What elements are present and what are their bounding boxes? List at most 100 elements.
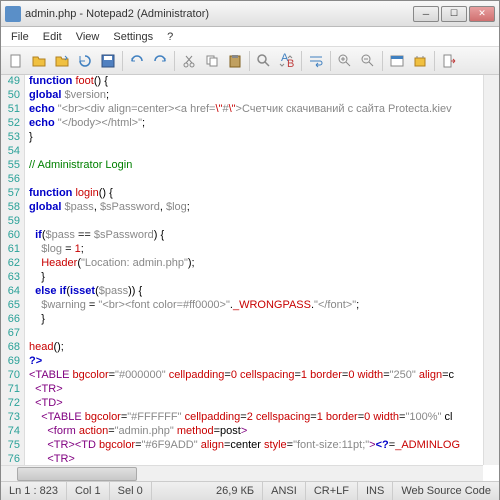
scheme-icon[interactable] (386, 50, 408, 72)
code-line[interactable]: 65 $warning = "<br><font color=#ff0000>"… (1, 299, 499, 313)
redo-icon[interactable] (149, 50, 171, 72)
maximize-button[interactable]: ☐ (441, 6, 467, 22)
menu-edit[interactable]: Edit (37, 29, 68, 45)
line-number: 57 (1, 187, 25, 201)
line-number: 59 (1, 215, 25, 229)
code-line[interactable]: 60 if($pass == $sPassword) { (1, 229, 499, 243)
code-line[interactable]: 54 (1, 145, 499, 159)
line-content[interactable]: function foot() { (25, 75, 499, 89)
code-line[interactable]: 67 (1, 327, 499, 341)
line-content[interactable]: <TD> (25, 397, 499, 411)
code-line[interactable]: 49function foot() { (1, 75, 499, 89)
line-content[interactable]: $log = 1; (25, 243, 499, 257)
line-content[interactable]: echo "<br><div align=center><a href=\"#\… (25, 103, 499, 117)
menu-file[interactable]: File (5, 29, 35, 45)
code-line[interactable]: 61 $log = 1; (1, 243, 499, 257)
line-content[interactable]: <form action="admin.php" method=post> (25, 425, 499, 439)
line-number: 50 (1, 89, 25, 103)
line-content[interactable]: <TABLE bgcolor="#000000" cellpadding=0 c… (25, 369, 499, 383)
code-line[interactable]: 68head(); (1, 341, 499, 355)
line-content[interactable]: <TR><TD bgcolor="#6F9ADD" align=center s… (25, 439, 499, 453)
line-content[interactable]: $warning = "<br><font color=#ff0000>"._W… (25, 299, 499, 313)
line-content[interactable]: } (25, 131, 499, 145)
line-content[interactable]: ?> (25, 355, 499, 369)
editor[interactable]: 49function foot() {50global $version;51e… (1, 75, 499, 480)
wordwrap-icon[interactable] (305, 50, 327, 72)
line-content[interactable]: <TABLE bgcolor="#FFFFFF" cellpadding=2 c… (25, 411, 499, 425)
code-line[interactable]: 74 <form action="admin.php" method=post> (1, 425, 499, 439)
line-number: 51 (1, 103, 25, 117)
line-number: 49 (1, 75, 25, 89)
line-number: 54 (1, 145, 25, 159)
code-line[interactable]: 66 } (1, 313, 499, 327)
menu-settings[interactable]: Settings (107, 29, 159, 45)
find-icon[interactable] (253, 50, 275, 72)
vertical-scrollbar[interactable] (483, 75, 499, 465)
status-filetype: Web Source Code (393, 482, 499, 500)
line-content[interactable]: echo "</body></html>"; (25, 117, 499, 131)
toolbar: AB (1, 47, 499, 75)
save-icon[interactable] (97, 50, 119, 72)
line-content[interactable] (25, 145, 499, 159)
titlebar: admin.php - Notepad2 (Administrator) ─ ☐… (1, 1, 499, 27)
code-line[interactable]: 53} (1, 131, 499, 145)
line-number: 61 (1, 243, 25, 257)
line-number: 62 (1, 257, 25, 271)
new-icon[interactable] (5, 50, 27, 72)
code-line[interactable]: 62 Header("Location: admin.php"); (1, 257, 499, 271)
line-content[interactable]: } (25, 271, 499, 285)
menu-help[interactable]: ? (161, 29, 179, 45)
code-line[interactable]: 72 <TD> (1, 397, 499, 411)
menu-view[interactable]: View (70, 29, 106, 45)
line-number: 69 (1, 355, 25, 369)
settings-icon[interactable] (409, 50, 431, 72)
line-number: 58 (1, 201, 25, 215)
zoomin-icon[interactable] (334, 50, 356, 72)
line-content[interactable]: head(); (25, 341, 499, 355)
code-line[interactable]: 56 (1, 173, 499, 187)
history-icon[interactable] (51, 50, 73, 72)
line-content[interactable]: else if(isset($pass)) { (25, 285, 499, 299)
line-number: 64 (1, 285, 25, 299)
code-line[interactable]: 69?> (1, 355, 499, 369)
code-line[interactable]: 63 } (1, 271, 499, 285)
code-line[interactable]: 64 else if(isset($pass)) { (1, 285, 499, 299)
code-line[interactable]: 55// Administrator Login (1, 159, 499, 173)
cut-icon[interactable] (178, 50, 200, 72)
minimize-button[interactable]: ─ (413, 6, 439, 22)
line-content[interactable]: <TR> (25, 383, 499, 397)
code-line[interactable]: 70<TABLE bgcolor="#000000" cellpadding=0… (1, 369, 499, 383)
line-content[interactable]: if($pass == $sPassword) { (25, 229, 499, 243)
scroll-thumb[interactable] (17, 467, 137, 481)
undo-icon[interactable] (126, 50, 148, 72)
copy-icon[interactable] (201, 50, 223, 72)
code-line[interactable]: 58global $pass, $sPassword, $log; (1, 201, 499, 215)
open-icon[interactable] (28, 50, 50, 72)
line-content[interactable]: global $version; (25, 89, 499, 103)
line-content[interactable]: // Administrator Login (25, 159, 499, 173)
line-content[interactable]: global $pass, $sPassword, $log; (25, 201, 499, 215)
code-line[interactable]: 50global $version; (1, 89, 499, 103)
paste-icon[interactable] (224, 50, 246, 72)
code-line[interactable]: 73 <TABLE bgcolor="#FFFFFF" cellpadding=… (1, 411, 499, 425)
replace-icon[interactable]: AB (276, 50, 298, 72)
line-number: 55 (1, 159, 25, 173)
zoomout-icon[interactable] (357, 50, 379, 72)
exit-icon[interactable] (438, 50, 460, 72)
code-line[interactable]: 51echo "<br><div align=center><a href=\"… (1, 103, 499, 117)
revert-icon[interactable] (74, 50, 96, 72)
code-line[interactable]: 52echo "</body></html>"; (1, 117, 499, 131)
line-number: 75 (1, 439, 25, 453)
horizontal-scrollbar[interactable] (1, 465, 483, 481)
line-content[interactable] (25, 327, 499, 341)
code-line[interactable]: 57function login() { (1, 187, 499, 201)
line-content[interactable] (25, 215, 499, 229)
line-content[interactable]: } (25, 313, 499, 327)
line-content[interactable] (25, 173, 499, 187)
code-line[interactable]: 75 <TR><TD bgcolor="#6F9ADD" align=cente… (1, 439, 499, 453)
code-line[interactable]: 71 <TR> (1, 383, 499, 397)
line-content[interactable]: Header("Location: admin.php"); (25, 257, 499, 271)
close-button[interactable]: ✕ (469, 6, 495, 22)
line-content[interactable]: function login() { (25, 187, 499, 201)
code-line[interactable]: 59 (1, 215, 499, 229)
